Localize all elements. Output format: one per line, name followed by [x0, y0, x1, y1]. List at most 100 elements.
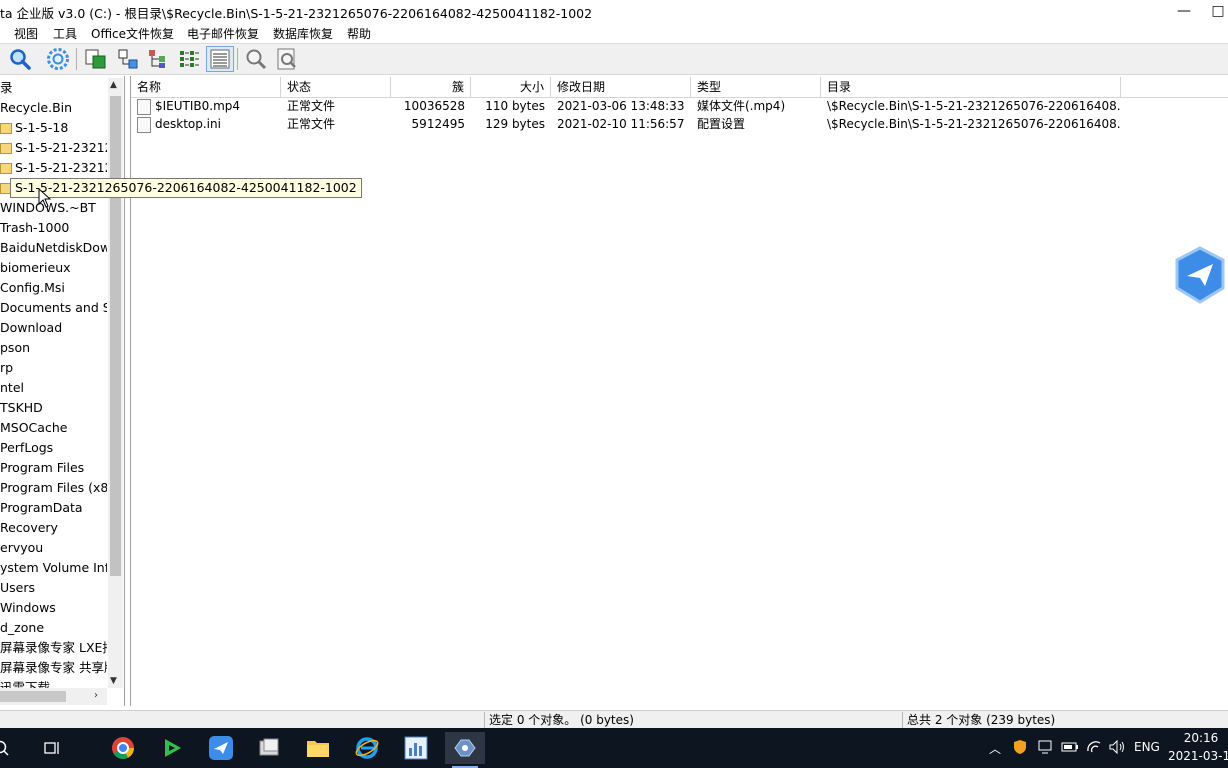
tree-item-label: ystem Volume Information — [0, 560, 107, 575]
tree-item[interactable]: ervyou — [0, 538, 107, 558]
menu-view[interactable]: 视图 — [14, 25, 38, 42]
tree-item-label: Program Files (x86) — [0, 480, 107, 495]
tree-item[interactable]: MSOCache — [0, 418, 107, 438]
chrome-icon[interactable] — [103, 732, 143, 764]
scroll-down-icon[interactable]: ▼ — [110, 676, 117, 686]
file-directory: \$Recycle.Bin\S-1-5-21-2321265076-220616… — [827, 117, 1121, 131]
tree-item-label: Windows — [0, 600, 56, 615]
task-view-icon[interactable] — [32, 732, 72, 764]
language-indicator[interactable]: ENG — [1134, 740, 1160, 754]
tree-item-label: 屏幕录像专家 共享版 — [0, 660, 107, 675]
tree-item[interactable]: S-1-5-18 — [0, 118, 107, 138]
tree-scroll-thumb[interactable] — [110, 96, 121, 576]
tree-item-label: Users — [0, 580, 36, 595]
shield-icon[interactable] — [1013, 739, 1027, 758]
tree-item[interactable]: BaiduNetdiskDownload — [0, 238, 107, 258]
tree-item[interactable]: Program Files — [0, 458, 107, 478]
media-player-icon[interactable] — [152, 732, 192, 764]
tooltip: S-1-5-21-2321265076-2206164082-425004118… — [10, 178, 362, 198]
column-cluster[interactable]: 簇 — [391, 77, 471, 97]
floating-assistant-icon[interactable] — [1173, 246, 1228, 304]
maximize-button[interactable]: □ — [1208, 0, 1228, 22]
menu-database-recovery[interactable]: 数据库恢复 — [273, 25, 333, 42]
tree-item[interactable]: TSKHD — [0, 398, 107, 418]
details-view-icon[interactable] — [206, 46, 234, 72]
feishu-icon[interactable] — [201, 732, 241, 764]
minimize-button[interactable]: — — [1164, 0, 1204, 22]
menu-email-recovery[interactable]: 电子邮件恢复 — [187, 25, 259, 42]
menu-bar: 视图 工具 Office文件恢复 电子邮件恢复 数据库恢复 帮助 — [0, 22, 1228, 44]
search-icon[interactable] — [6, 46, 34, 72]
file-cluster: 10036528 — [403, 99, 465, 113]
tree-item[interactable]: S-1-5-21-2321265076 — [0, 138, 107, 158]
tree-item[interactable]: pson — [0, 338, 107, 358]
tree-item-label: rp — [0, 360, 14, 375]
tree-item[interactable]: PerfLogs — [0, 438, 107, 458]
tree-item[interactable]: Recycle.Bin — [0, 98, 107, 118]
table-row[interactable]: desktop.ini 正常文件 5912495 129 bytes 2021-… — [131, 115, 1131, 133]
wifi-icon[interactable] — [1086, 740, 1102, 757]
tree-item[interactable]: ProgramData — [0, 498, 107, 518]
tree-item[interactable]: Recovery — [0, 518, 107, 538]
clock-time[interactable]: 20:16 — [1176, 731, 1226, 745]
gear-icon[interactable] — [44, 46, 72, 72]
search-icon[interactable] — [0, 732, 16, 764]
tree-item[interactable]: 屏幕录像专家 LXE播放 — [0, 638, 107, 658]
tree-item[interactable]: Program Files (x86) — [0, 478, 107, 498]
tree-item[interactable]: d_zone — [0, 618, 107, 638]
tray-chevron-icon[interactable]: ︿ — [989, 740, 1001, 757]
tree-item[interactable]: 屏幕录像专家 共享版 — [0, 658, 107, 678]
ie-icon[interactable] — [347, 732, 387, 764]
tree-item-label: Documents and Settings — [0, 300, 107, 315]
tree-item[interactable]: ystem Volume Information — [0, 558, 107, 578]
table-row[interactable]: $IEUTIB0.mp4 正常文件 10036528 110 bytes 202… — [131, 97, 1131, 115]
clock-date[interactable]: 2021-03-1 — [1168, 749, 1228, 763]
battery-icon[interactable] — [1061, 741, 1079, 756]
tree-item[interactable]: WINDOWS.~BT — [0, 198, 107, 218]
tree-item[interactable]: Users — [0, 578, 107, 598]
expand-tree-icon[interactable] — [144, 46, 172, 72]
tree-header: 录 — [0, 80, 13, 95]
tree-item[interactable]: Documents and Settings — [0, 298, 107, 318]
device-icon[interactable] — [250, 732, 290, 764]
list-view-icon[interactable] — [175, 46, 203, 72]
tree-item[interactable]: Download — [0, 318, 107, 338]
volume-icon[interactable] — [1108, 739, 1126, 758]
tree-item[interactable]: Windows — [0, 598, 107, 618]
file-cluster: 5912495 — [411, 117, 465, 131]
chart-app-icon[interactable] — [396, 732, 436, 764]
column-modified[interactable]: 修改日期 — [551, 77, 691, 97]
scroll-up-icon[interactable]: ▲ — [110, 80, 117, 90]
recovery-app-icon[interactable] — [445, 732, 485, 764]
tree-item-label: Config.Msi — [0, 280, 65, 295]
file-size: 110 bytes — [485, 99, 545, 113]
tree-item[interactable]: biomerieux — [0, 258, 107, 278]
tree-item[interactable]: Config.Msi — [0, 278, 107, 298]
file-explorer-icon[interactable] — [298, 732, 338, 764]
tree-item-label: S-1-5-18 — [15, 120, 69, 135]
tree-item-label: TSKHD — [0, 400, 43, 415]
column-name[interactable]: 名称 — [131, 77, 281, 97]
tree-item-label: pson — [0, 340, 31, 355]
menu-help[interactable]: 帮助 — [347, 25, 371, 42]
column-size[interactable]: 大小 — [471, 77, 551, 97]
tree-item[interactable]: S-1-5-21-2321265076 — [0, 158, 107, 178]
monitor-icon[interactable] — [1038, 740, 1052, 757]
scroll-right-icon[interactable]: › — [94, 690, 98, 701]
column-status[interactable]: 状态 — [281, 77, 391, 97]
menu-tools[interactable]: 工具 — [53, 25, 77, 42]
save-files-icon[interactable] — [82, 46, 110, 72]
menu-office-recovery[interactable]: Office文件恢复 — [91, 25, 174, 42]
tree-item-label: S-1-5-21-2321265076 — [15, 160, 107, 175]
tree-item-label: Download — [0, 320, 63, 335]
tree-hscroll-thumb[interactable] — [0, 691, 66, 702]
file-tree-icon[interactable] — [114, 46, 142, 72]
column-directory[interactable]: 目录 — [821, 77, 1121, 97]
preview-icon[interactable] — [242, 46, 270, 72]
tree-item[interactable]: ntel — [0, 378, 107, 398]
column-type[interactable]: 类型 — [691, 77, 821, 97]
tree-item[interactable]: rp — [0, 358, 107, 378]
tree-item-label: ervyou — [0, 540, 44, 555]
tree-item[interactable]: Trash-1000 — [0, 218, 107, 238]
find-file-icon[interactable] — [273, 46, 301, 72]
